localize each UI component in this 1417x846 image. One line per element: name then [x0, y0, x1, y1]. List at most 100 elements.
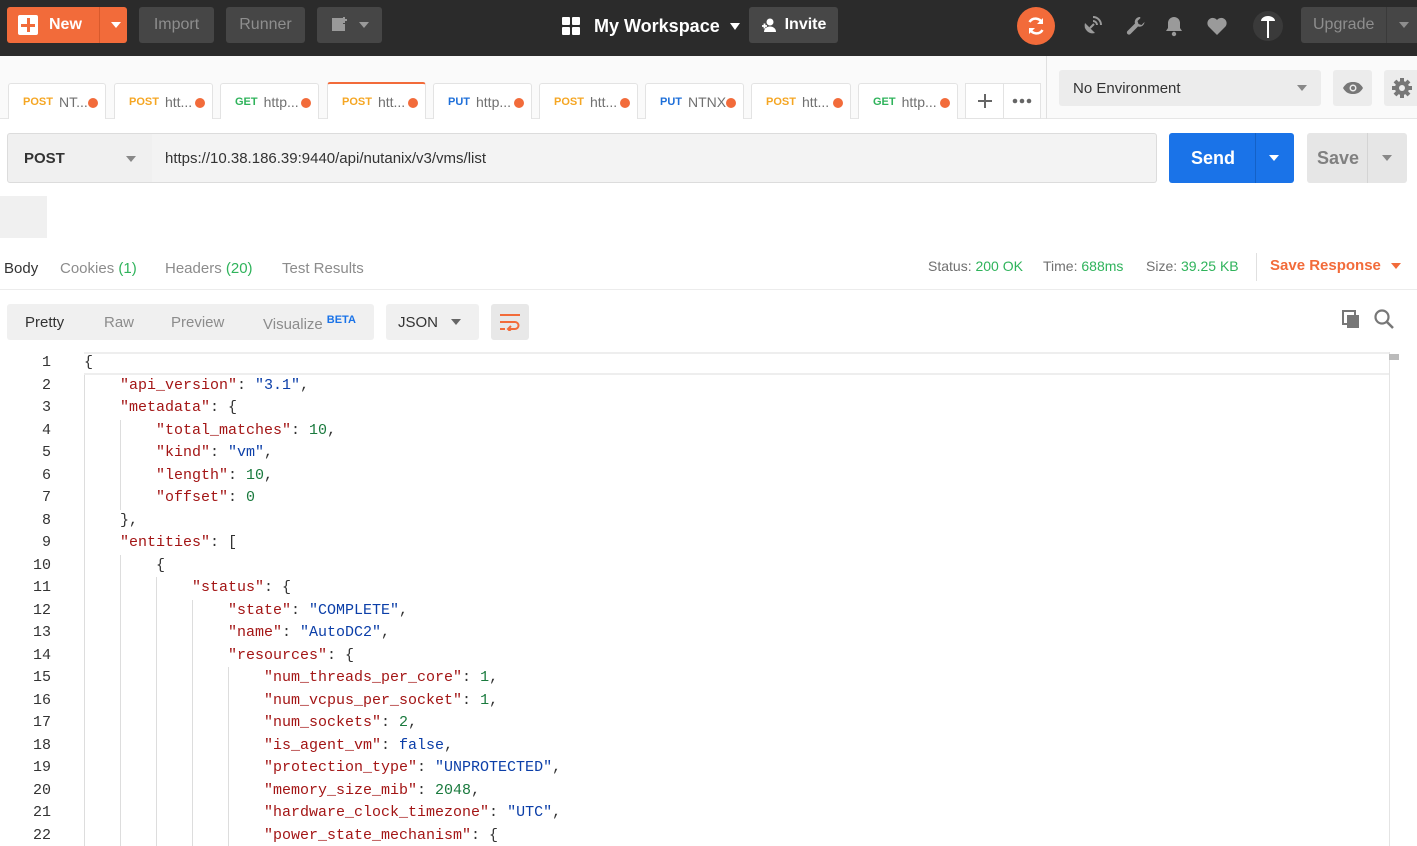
request-tab[interactable]: POST NT... — [8, 83, 106, 119]
tab-title: NT... — [58, 93, 88, 110]
request-tab[interactable]: GET http... — [220, 83, 319, 119]
upgrade-chevron-down-icon[interactable] — [1399, 22, 1409, 28]
import-button[interactable]: Import — [139, 7, 214, 43]
code-token: "state" — [228, 601, 292, 619]
add-tab-button[interactable] — [965, 83, 1003, 119]
new-window-button[interactable] — [317, 7, 382, 43]
code-token: : — [228, 466, 247, 484]
search-response-button[interactable] — [1373, 308, 1397, 332]
copy-response-button[interactable] — [1340, 308, 1364, 332]
indent-guide — [120, 464, 121, 487]
code-token: 10 — [246, 466, 265, 484]
line-number: 8 — [41, 511, 51, 529]
tab-test-results[interactable]: Test Results — [282, 260, 364, 277]
code-token: "is_agent_vm" — [264, 736, 382, 754]
code-token: , — [300, 376, 310, 394]
send-chevron-down-icon[interactable] — [1269, 155, 1279, 161]
request-tab[interactable]: POST htt... — [751, 83, 851, 119]
beta-badge: BETA — [326, 314, 356, 326]
save-chevron-down-icon[interactable] — [1382, 155, 1392, 161]
code-token: "total_matches" — [156, 421, 292, 439]
code-token: "name" — [228, 624, 283, 641]
indent-guide — [156, 824, 157, 846]
eye-icon — [1342, 82, 1363, 94]
user-avatar[interactable] — [1253, 11, 1283, 41]
code-token: "num_sockets" — [264, 714, 382, 731]
line-number: 12 — [32, 601, 51, 619]
indent-guide — [84, 599, 85, 622]
view-preview[interactable]: Preview — [171, 314, 224, 331]
favorites-button[interactable] — [1205, 14, 1229, 38]
request-tab[interactable]: PUT http... — [433, 83, 532, 119]
settings-wrench-button[interactable] — [1124, 14, 1148, 38]
code-line: "protection_type": "UNPROTECTED", — [84, 757, 1389, 780]
indent-guide — [228, 667, 229, 690]
workspace-label: My Workspace — [594, 15, 720, 36]
runner-button[interactable]: Runner — [226, 7, 305, 43]
upgrade-button-label: Upgrade — [1313, 16, 1375, 33]
indent-guide — [156, 779, 157, 802]
line-number: 16 — [32, 691, 51, 709]
code-token: : — [462, 691, 481, 709]
environment-select[interactable]: No Environment — [1059, 70, 1321, 106]
send-button[interactable]: Send — [1169, 133, 1294, 183]
view-pretty[interactable]: Pretty — [25, 314, 64, 331]
request-config-collapsed[interactable] — [0, 196, 47, 238]
save-button[interactable]: Save — [1307, 133, 1407, 183]
sync-icon — [1028, 17, 1044, 35]
code-token: "api_version" — [120, 376, 238, 394]
indent-guide — [84, 419, 85, 442]
tab-cookies[interactable]: Cookies (1) — [60, 260, 137, 277]
url-input[interactable]: https://10.38.186.39:9440/api/nutanix/v3… — [152, 133, 1157, 183]
indent-guide — [228, 802, 229, 825]
request-tab[interactable]: PUT NTNX — [645, 83, 744, 119]
new-button[interactable]: New — [7, 7, 127, 43]
code-token: , — [264, 466, 274, 484]
view-visualize[interactable]: Visualize BETA — [263, 314, 356, 333]
wrap-lines-icon — [500, 314, 520, 331]
environment-quick-look-button[interactable] — [1333, 70, 1372, 106]
code-token: , — [552, 804, 562, 821]
request-tab[interactable]: GET http... — [858, 83, 958, 119]
indent-guide — [84, 487, 85, 510]
line-number: 1 — [41, 354, 51, 371]
add-user-icon — [761, 18, 776, 32]
code-token: : — [282, 624, 301, 641]
response-body-editor[interactable]: 1 2 3 4 5 6 7 8 9 10 11 12 13 14 15 16 17 18 19 20 21 22 {"ap… — [0, 352, 1417, 846]
manage-environments-button[interactable] — [1384, 70, 1417, 106]
invite-button[interactable]: Invite — [749, 7, 838, 43]
request-tab[interactable]: POST htt... — [539, 83, 638, 119]
code-token: : — [291, 421, 310, 439]
save-response-button[interactable]: Save Response — [1270, 257, 1401, 274]
upgrade-button[interactable]: Upgrade — [1301, 7, 1417, 43]
tab-cookies-label: Cookies — [60, 260, 115, 277]
editor-scrollbar-thumb[interactable] — [1389, 354, 1399, 360]
code-line: }, — [84, 509, 1389, 532]
bell-icon — [1166, 17, 1182, 37]
sync-button[interactable] — [1017, 7, 1055, 45]
headers-count: (20) — [225, 260, 253, 277]
interceptor-button[interactable] — [1080, 14, 1104, 38]
tab-options-button[interactable] — [1003, 83, 1041, 119]
request-tab[interactable]: POST htt... — [114, 83, 213, 119]
http-method-select[interactable]: POST — [7, 133, 153, 183]
workspace-switcher[interactable]: My Workspace — [562, 14, 740, 38]
code-line: "status": { — [84, 577, 1389, 600]
indent-guide — [84, 622, 85, 645]
line-number: 11 — [32, 579, 51, 596]
wrap-lines-button[interactable] — [491, 304, 529, 340]
editor-scrollbar-track[interactable] — [1389, 352, 1390, 846]
satellite-icon — [1084, 16, 1102, 34]
response-format-select[interactable]: JSON — [386, 304, 479, 340]
code-token: "kind" — [156, 444, 211, 461]
tab-body[interactable]: Body — [4, 260, 38, 277]
indent-guide — [120, 734, 121, 757]
view-raw[interactable]: Raw — [104, 314, 134, 331]
request-tab-active[interactable]: POST htt... — [327, 82, 426, 119]
new-dropdown-chevron-icon[interactable] — [111, 22, 121, 28]
tab-headers[interactable]: Headers (20) — [165, 260, 253, 277]
code-token: }, — [120, 511, 139, 529]
upgrade-divider — [1386, 7, 1387, 43]
code-token: 0 — [246, 489, 256, 506]
notifications-button[interactable] — [1162, 14, 1186, 38]
